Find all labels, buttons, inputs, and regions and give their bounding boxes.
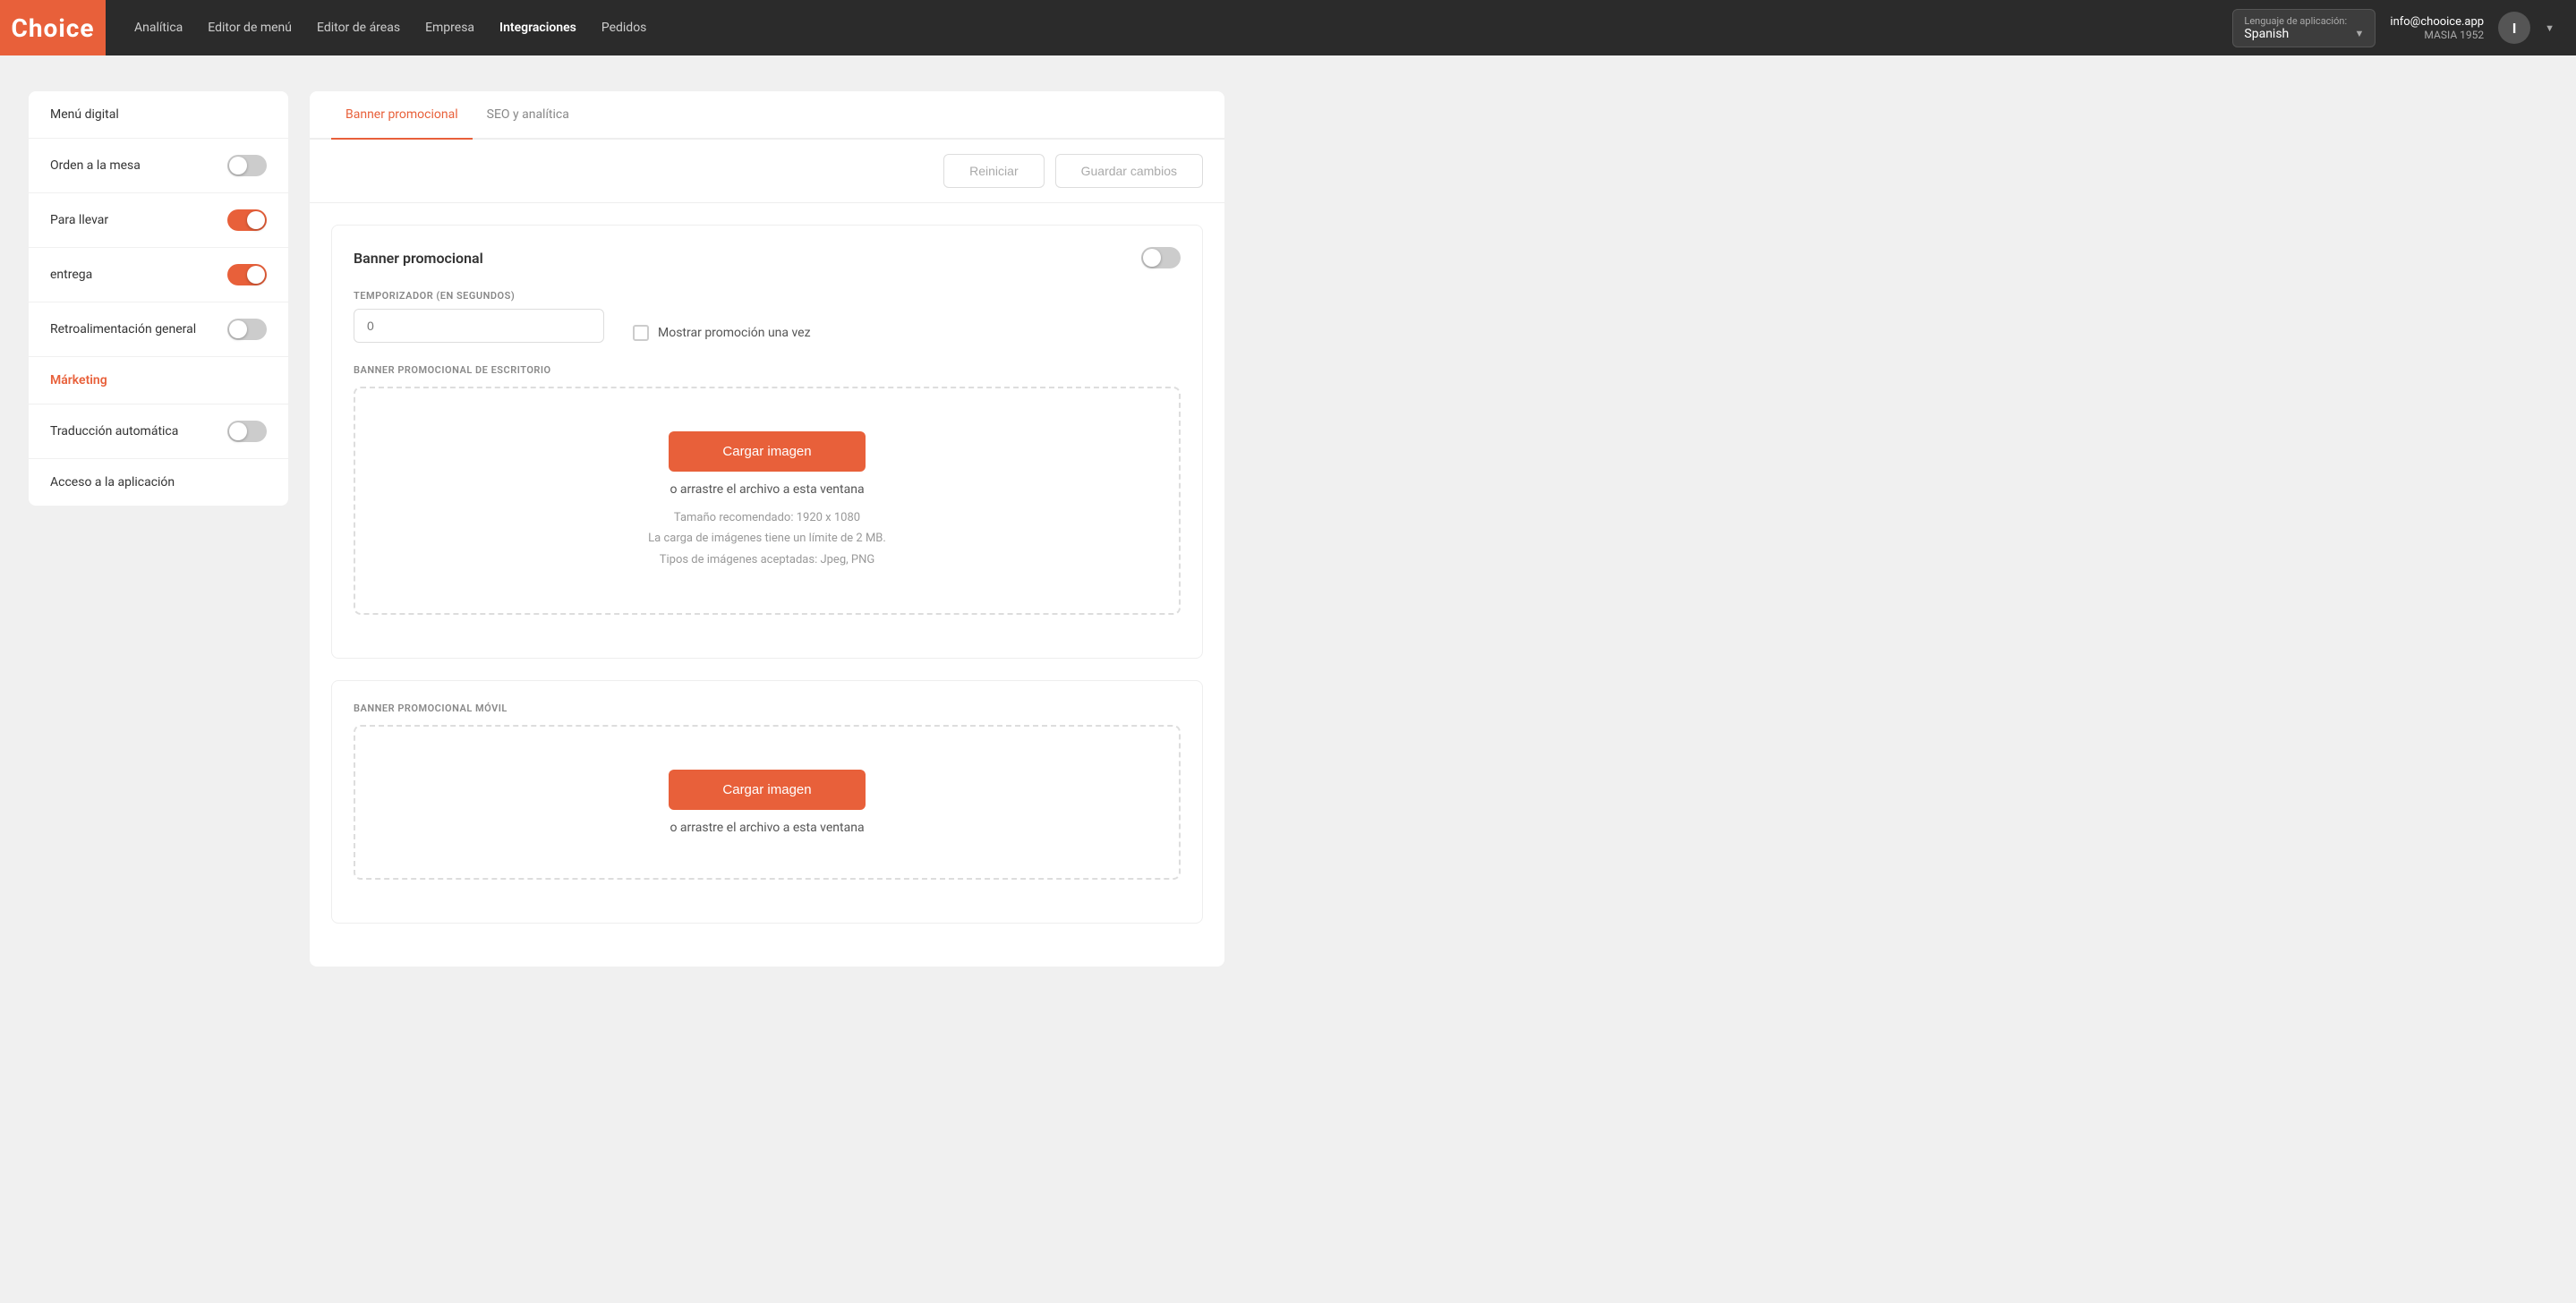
toggle-retroalimentacion[interactable] bbox=[227, 319, 267, 340]
toggle-para-llevar[interactable] bbox=[227, 209, 267, 231]
desktop-upload-hints: Tamaño recomendado: 1920 x 1080 La carga… bbox=[648, 507, 886, 570]
sidebar-item-retroalimentacion[interactable]: Retroalimentación general bbox=[29, 302, 288, 357]
section-title: Banner promocional bbox=[354, 250, 483, 267]
toggle-entrega[interactable] bbox=[227, 264, 267, 285]
banner-toggle[interactable] bbox=[1141, 247, 1181, 268]
mobile-upload-button[interactable]: Cargar imagen bbox=[669, 770, 865, 810]
user-chevron-icon[interactable]: ▼ bbox=[2545, 22, 2555, 34]
toggle-traduccion[interactable] bbox=[227, 421, 267, 442]
user-info: info@chooice.app MASIA 1952 bbox=[2390, 15, 2484, 41]
nav-link-integraciones[interactable]: Integraciones bbox=[499, 21, 576, 35]
content-area: Banner promocionalSEO y analítica Reinic… bbox=[310, 91, 1224, 967]
nav-links: Analítica Editor de menú Editor de áreas Em… bbox=[134, 21, 2204, 35]
sidebar-item-acceso[interactable]: Acceso a la aplicación bbox=[29, 459, 288, 506]
tabs-container: Banner promocionalSEO y analítica bbox=[310, 91, 1224, 140]
logo-text: Choice bbox=[12, 13, 95, 43]
form-row-timer: TEMPORIZADOR (EN SEGUNDOS) Mostrar promo… bbox=[354, 290, 1181, 343]
sidebar-item-label-orden-mesa: Orden a la mesa bbox=[50, 158, 141, 173]
desktop-hint1: Tamaño recomendado: 1920 x 1080 bbox=[648, 507, 886, 528]
tab-seo[interactable]: SEO y analítica bbox=[473, 91, 584, 140]
top-navigation: Choice Analítica Editor de menú Editor de … bbox=[0, 0, 2576, 55]
show-once-row: Mostrar promoción una vez bbox=[633, 325, 811, 343]
timer-label: TEMPORIZADOR (EN SEGUNDOS) bbox=[354, 290, 604, 302]
language-label: Lenguaje de aplicación: bbox=[2244, 15, 2364, 27]
section-header: Banner promocional bbox=[354, 247, 1181, 268]
sidebar-item-label-entrega: entrega bbox=[50, 268, 92, 282]
nav-link-pedidos[interactable]: Pedidos bbox=[601, 21, 647, 35]
desktop-upload-section: BANNER PROMOCIONAL DE ESCRITORIO Cargar … bbox=[354, 364, 1181, 615]
toolbar: Reiniciar Guardar cambios bbox=[310, 140, 1224, 203]
desktop-upload-area[interactable]: Cargar imagen o arrastre el archivo a es… bbox=[354, 387, 1181, 615]
timer-input[interactable] bbox=[354, 309, 604, 343]
content-inner: Banner promocional TEMPORIZADOR (EN SEGU… bbox=[310, 203, 1224, 967]
sidebar: Menú digital Orden a la mesa Para llevar en… bbox=[29, 91, 288, 506]
sidebar-item-label-marketing: Márketing bbox=[50, 373, 107, 387]
user-org: MASIA 1952 bbox=[2390, 29, 2484, 41]
show-once-label: Mostrar promoción una vez bbox=[658, 326, 811, 340]
mobile-upload-or: o arrastre el archivo a esta ventana bbox=[670, 821, 864, 835]
sidebar-item-marketing[interactable]: Márketing bbox=[29, 357, 288, 405]
desktop-upload-label: BANNER PROMOCIONAL DE ESCRITORIO bbox=[354, 364, 1181, 376]
sidebar-item-label-para-llevar: Para llevar bbox=[50, 213, 108, 227]
nav-link-editor-de-áreas[interactable]: Editor de áreas bbox=[317, 21, 400, 35]
sidebar-item-label-retroalimentacion: Retroalimentación general bbox=[50, 322, 196, 336]
desktop-upload-button[interactable]: Cargar imagen bbox=[669, 431, 865, 472]
guardar-button[interactable]: Guardar cambios bbox=[1055, 154, 1203, 188]
nav-link-editor-de-menú[interactable]: Editor de menú bbox=[208, 21, 292, 35]
desktop-upload-or: o arrastre el archivo a esta ventana bbox=[670, 482, 864, 497]
desktop-hint3: Tipos de imágenes aceptadas: Jpeg, PNG bbox=[648, 549, 886, 570]
sidebar-item-label-menu-digital: Menú digital bbox=[50, 107, 119, 122]
language-selector[interactable]: Lenguaje de aplicación: Spanish ▼ bbox=[2232, 9, 2376, 47]
sidebar-item-label-traduccion: Traducción automática bbox=[50, 424, 178, 439]
sidebar-item-menu-digital[interactable]: Menú digital bbox=[29, 91, 288, 139]
tab-banner[interactable]: Banner promocional bbox=[331, 91, 473, 140]
desktop-hint2: La carga de imágenes tiene un límite de … bbox=[648, 528, 886, 549]
mobile-upload-area[interactable]: Cargar imagen o arrastre el archivo a es… bbox=[354, 725, 1181, 880]
sidebar-item-para-llevar[interactable]: Para llevar bbox=[29, 193, 288, 248]
reiniciar-button[interactable]: Reiniciar bbox=[943, 154, 1044, 188]
avatar[interactable]: I bbox=[2498, 12, 2530, 44]
banner-section: Banner promocional TEMPORIZADOR (EN SEGU… bbox=[331, 225, 1203, 659]
language-value: Spanish ▼ bbox=[2244, 27, 2364, 41]
sidebar-item-label-acceso: Acceso a la aplicación bbox=[50, 475, 175, 490]
nav-right: Lenguaje de aplicación: Spanish ▼ info@c… bbox=[2232, 9, 2555, 47]
timer-field: TEMPORIZADOR (EN SEGUNDOS) bbox=[354, 290, 604, 343]
logo-box: Choice bbox=[0, 0, 106, 55]
mobile-upload-label: BANNER PROMOCIONAL MÓVIL bbox=[354, 703, 1181, 714]
sidebar-item-orden-mesa[interactable]: Orden a la mesa bbox=[29, 139, 288, 193]
mobile-banner-section: BANNER PROMOCIONAL MÓVIL Cargar imagen o… bbox=[331, 680, 1203, 924]
nav-link-empresa[interactable]: Empresa bbox=[425, 21, 474, 35]
show-once-checkbox[interactable] bbox=[633, 325, 649, 341]
chevron-down-icon: ▼ bbox=[2355, 28, 2365, 39]
sidebar-item-traduccion[interactable]: Traducción automática bbox=[29, 405, 288, 459]
user-email: info@chooice.app bbox=[2390, 15, 2484, 29]
nav-link-analítica[interactable]: Analítica bbox=[134, 21, 183, 35]
toggle-orden-mesa[interactable] bbox=[227, 155, 267, 176]
main-layout: Menú digital Orden a la mesa Para llevar en… bbox=[0, 55, 1253, 1002]
sidebar-item-entrega[interactable]: entrega bbox=[29, 248, 288, 302]
